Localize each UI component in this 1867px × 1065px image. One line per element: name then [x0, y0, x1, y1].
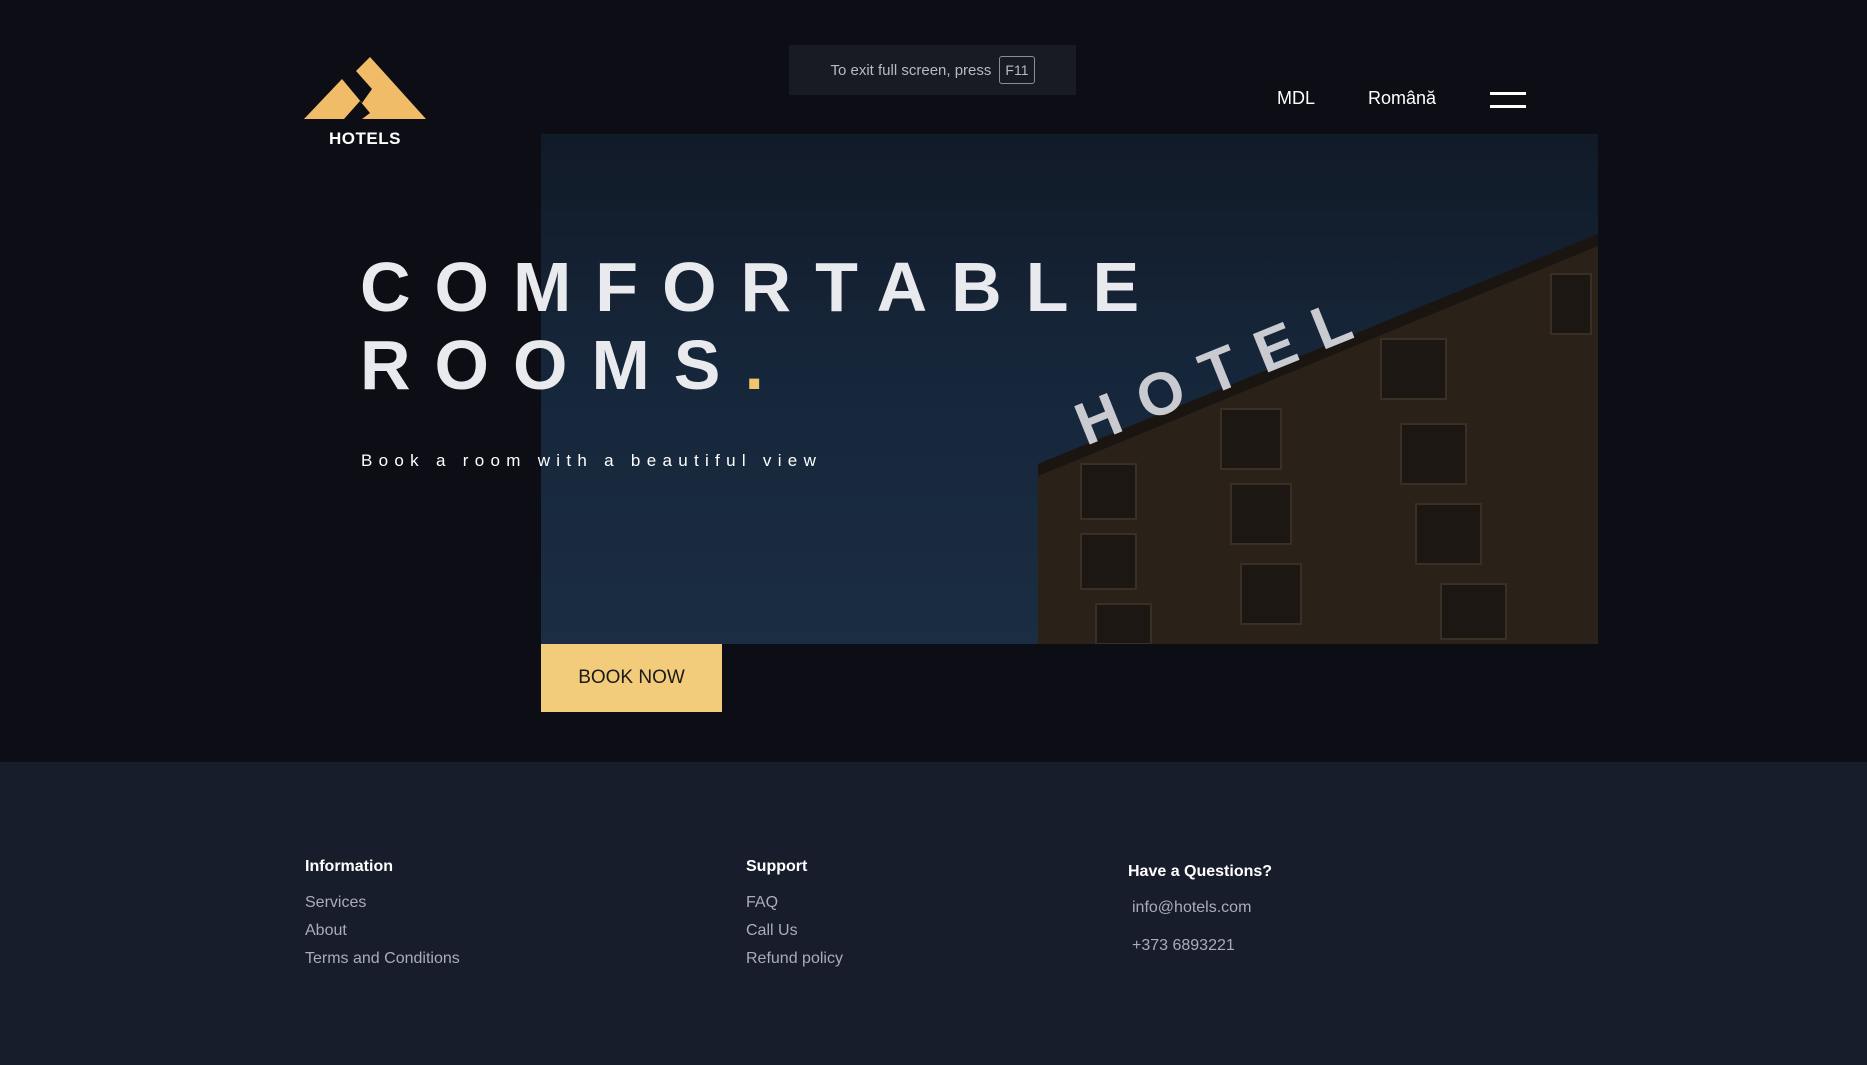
footer-link-faq[interactable]: FAQ: [746, 894, 843, 912]
footer: Information Services About Terms and Con…: [0, 762, 1867, 1065]
fullscreen-key-badge: F11: [999, 56, 1035, 84]
mountain-logo-icon: [304, 57, 426, 119]
hamburger-line: [1490, 92, 1526, 95]
headline-accent-dot: .: [744, 326, 788, 404]
hamburger-icon[interactable]: [1490, 92, 1526, 112]
fullscreen-notice-text: To exit full screen, press: [830, 61, 992, 79]
headline-line-1: COMFORTABLE: [360, 248, 1164, 326]
footer-support-title: Support: [746, 858, 808, 875]
headline-line-2: ROOMS: [360, 326, 745, 404]
footer-information-column: Information Services About Terms and Con…: [305, 858, 460, 978]
fullscreen-notice: To exit full screen, press F11: [789, 45, 1076, 95]
logo-text: HOTELS: [329, 129, 401, 148]
footer-contact-column: Have a Questions? info@hotels.com +373 6…: [1128, 863, 1272, 975]
language-selector[interactable]: Română: [1368, 88, 1436, 109]
currency-selector[interactable]: MDL: [1277, 88, 1315, 109]
footer-information-title: Information: [305, 858, 393, 875]
footer-link-terms[interactable]: Terms and Conditions: [305, 950, 460, 968]
footer-link-about[interactable]: About: [305, 922, 460, 940]
footer-link-refund-policy[interactable]: Refund policy: [746, 950, 843, 968]
footer-contact-title: Have a Questions?: [1128, 863, 1273, 880]
footer-email-link[interactable]: info@hotels.com: [1132, 899, 1272, 917]
footer-phone-link[interactable]: +373 6893221: [1132, 937, 1272, 955]
hero-section: HOTEL HOTELS To exit full screen, press …: [0, 0, 1867, 762]
hero-subtitle: Book a room with a beautiful view: [361, 451, 823, 470]
hamburger-line: [1490, 105, 1526, 108]
logo[interactable]: HOTELS: [304, 57, 426, 149]
footer-link-services[interactable]: Services: [305, 894, 460, 912]
hero-headline: COMFORTABLE ROOMS.: [360, 248, 1163, 404]
footer-support-column: Support FAQ Call Us Refund policy: [746, 858, 843, 978]
footer-link-call-us[interactable]: Call Us: [746, 922, 843, 940]
book-now-button[interactable]: BOOK NOW: [541, 644, 722, 712]
